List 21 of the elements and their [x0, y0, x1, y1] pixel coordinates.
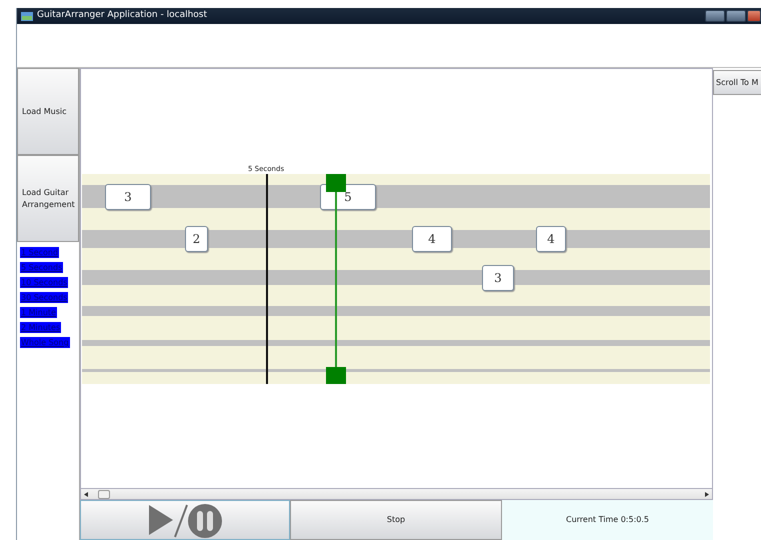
- fret-note[interactable]: 2: [185, 226, 208, 252]
- window-title: GuitarArranger Application - localhost: [37, 9, 208, 22]
- maximize-button[interactable]: [726, 10, 746, 22]
- app-icon: [21, 12, 33, 20]
- minimize-button[interactable]: [705, 10, 725, 22]
- fret-note[interactable]: 3: [482, 264, 514, 290]
- current-time-label: Current Time 0:5:0.5: [566, 514, 649, 526]
- fret-note[interactable]: 3: [105, 184, 151, 210]
- scroll-left-icon[interactable]: [84, 492, 88, 496]
- horizontal-scrollbar[interactable]: [80, 488, 713, 500]
- scroll-to-button[interactable]: Scroll To M: [713, 70, 761, 95]
- playhead[interactable]: [326, 174, 346, 384]
- load-arrangement-button[interactable]: Load Guitar Arrangement: [17, 155, 79, 242]
- scroll-right-icon[interactable]: [705, 492, 709, 496]
- load-music-button[interactable]: Load Music: [17, 68, 79, 155]
- fret-note[interactable]: 4: [536, 226, 566, 252]
- scroll-thumb[interactable]: [98, 490, 110, 498]
- fret-note[interactable]: 4: [412, 226, 452, 252]
- close-button[interactable]: [747, 10, 761, 22]
- stop-button[interactable]: Stop: [290, 500, 502, 540]
- play-pause-button[interactable]: [80, 500, 290, 540]
